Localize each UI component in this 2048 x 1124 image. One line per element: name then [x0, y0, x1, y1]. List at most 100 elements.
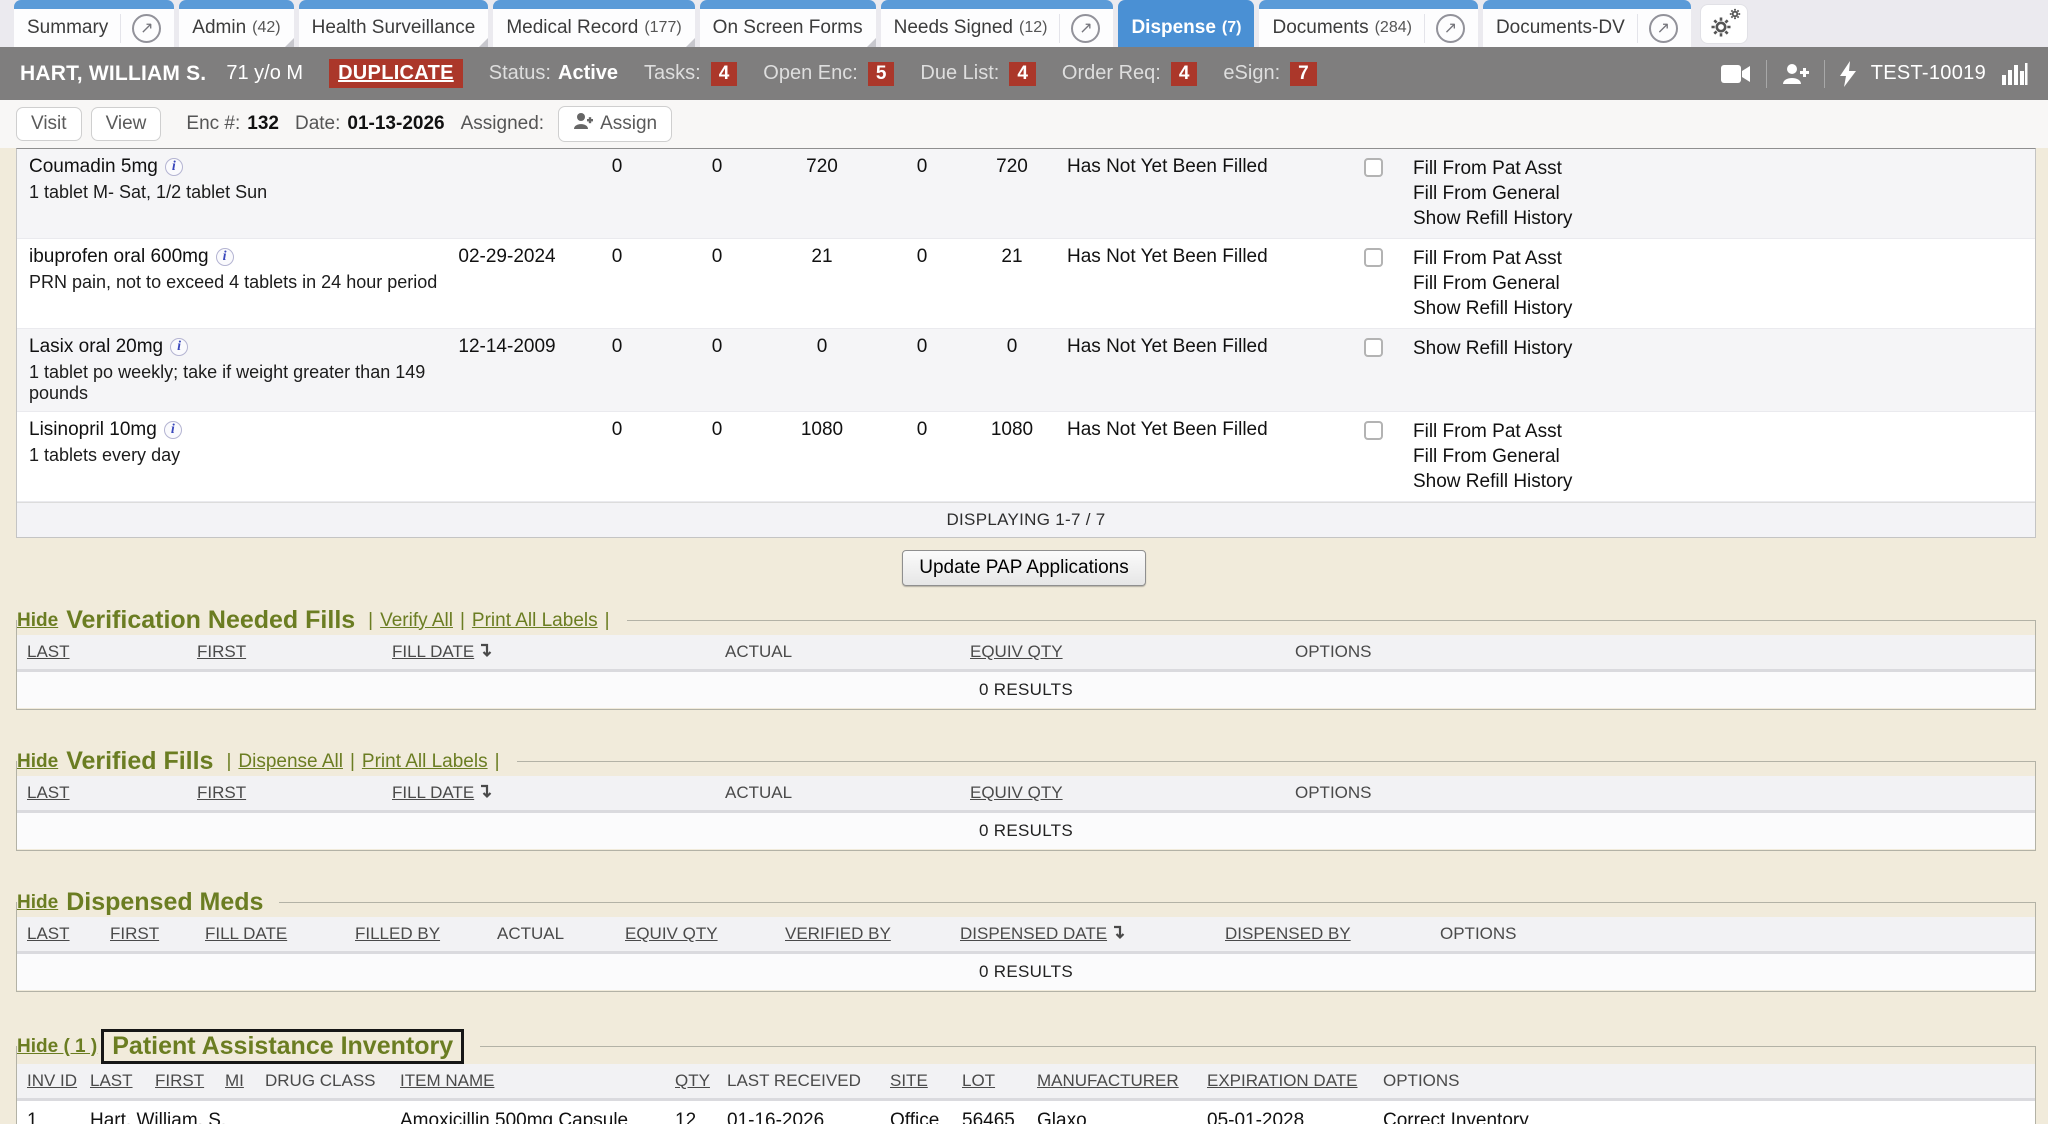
show-refill-history-link[interactable]: Show Refill History: [1413, 469, 2035, 494]
column-header-options: OPTIONS: [1430, 917, 2035, 953]
info-icon[interactable]: i: [216, 248, 234, 266]
tab-documents-dv[interactable]: Documents-DV ↗: [1483, 0, 1691, 47]
column-header-qty[interactable]: QTY: [665, 1064, 717, 1100]
fill-from-pat-asst-link[interactable]: Fill From Pat Asst: [1413, 419, 2035, 444]
divider: [1824, 60, 1825, 88]
table-row: Coumadin 5mgi 1 tablet M- Sat, 1/2 table…: [17, 149, 2035, 239]
column-header-first[interactable]: FIRST: [187, 776, 382, 812]
hide-section-link[interactable]: Hide ( 1 ): [17, 1036, 97, 1058]
show-refill-history-link[interactable]: Show Refill History: [1413, 336, 2035, 361]
column-header-equiv-qty[interactable]: EQUIV QTY: [615, 917, 775, 953]
refill-checkbox[interactable]: [1364, 421, 1383, 440]
column-header-lot[interactable]: LOT: [952, 1064, 1027, 1100]
refill-checkbox[interactable]: [1364, 248, 1383, 267]
column-header-first[interactable]: FIRST: [187, 635, 382, 671]
bar-chart-icon[interactable]: [2001, 62, 2028, 86]
column-header-item-name[interactable]: ITEM NAME: [390, 1064, 665, 1100]
fill-from-general-link[interactable]: Fill From General: [1413, 444, 2035, 469]
column-header-equiv-qty[interactable]: EQUIV QTY: [960, 635, 1285, 671]
column-header-equiv-qty[interactable]: EQUIV QTY: [960, 776, 1285, 812]
column-header-first[interactable]: FIRST: [100, 917, 195, 953]
qty-cell: 0: [667, 239, 767, 329]
order-req-count-badge[interactable]: 4: [1171, 62, 1198, 86]
hide-section-link[interactable]: Hide: [17, 892, 58, 914]
column-header-mi[interactable]: MI: [215, 1064, 255, 1100]
info-icon[interactable]: i: [165, 158, 183, 176]
tab-on-screen-forms[interactable]: On Screen Forms: [700, 0, 876, 47]
tab-needs-signed[interactable]: Needs Signed (12) ↗: [881, 0, 1114, 47]
column-header-expiration-date[interactable]: EXPIRATION DATE: [1197, 1064, 1373, 1100]
patient-banner: HART, WILLIAM S. 71 y/o M DUPLICATE Stat…: [0, 47, 2048, 100]
hide-section-link[interactable]: Hide: [17, 751, 58, 773]
dispensed-meds-section: Hide Dispensed Meds LAST FIRST FILL DATE…: [16, 888, 2036, 992]
column-header-inv-id[interactable]: INV ID: [17, 1064, 80, 1100]
patient-age-sex: 71 y/o M: [226, 62, 303, 85]
fill-from-pat-asst-link[interactable]: Fill From Pat Asst: [1413, 246, 2035, 271]
verify-all-link[interactable]: Verify All: [380, 610, 453, 632]
esign-label: eSign:: [1223, 62, 1280, 85]
visit-button[interactable]: Visit: [16, 107, 82, 141]
column-header-verified-by[interactable]: VERIFIED BY: [775, 917, 950, 953]
dropdown-corner-icon: [686, 38, 695, 47]
tab-summary[interactable]: Summary ↗: [14, 0, 174, 47]
info-icon[interactable]: i: [164, 421, 182, 439]
sort-descending-icon: [478, 642, 493, 659]
table-row: Lasix oral 20mgi 1 tablet po weekly; tak…: [17, 329, 2035, 412]
patient-assistance-inventory-table: INV ID LAST FIRST MI DRUG CLASS ITEM NAM…: [17, 1064, 2035, 1124]
tab-settings-button[interactable]: [1700, 4, 1748, 44]
esign-count-badge[interactable]: 7: [1290, 62, 1317, 86]
section-title: Verified Fills: [66, 747, 213, 776]
column-header-site[interactable]: SITE: [880, 1064, 952, 1100]
open-in-new-window-button[interactable]: ↗: [1637, 14, 1678, 43]
fill-from-general-link[interactable]: Fill From General: [1413, 181, 2035, 206]
column-header-last[interactable]: LAST: [17, 917, 100, 953]
column-header-last[interactable]: LAST: [80, 1064, 145, 1100]
tab-health-surveillance[interactable]: Health Surveillance: [299, 0, 489, 47]
add-user-icon[interactable]: [1782, 62, 1809, 86]
column-header-first[interactable]: FIRST: [145, 1064, 215, 1100]
view-button[interactable]: View: [91, 107, 162, 141]
open-in-new-window-button[interactable]: ↗: [120, 14, 161, 43]
show-refill-history-link[interactable]: Show Refill History: [1413, 206, 2035, 231]
hide-section-link[interactable]: Hide: [17, 610, 58, 632]
tab-medical-record[interactable]: Medical Record (177): [493, 0, 694, 47]
print-all-labels-link[interactable]: Print All Labels: [362, 751, 488, 773]
column-header-dispensed-date[interactable]: DISPENSED DATE: [950, 917, 1215, 953]
assign-button[interactable]: Assign: [558, 106, 672, 142]
tasks-count-badge[interactable]: 4: [711, 62, 738, 86]
column-header-last[interactable]: LAST: [17, 635, 187, 671]
fill-from-general-link[interactable]: Fill From General: [1413, 271, 2035, 296]
update-pap-applications-button[interactable]: Update PAP Applications: [902, 550, 1146, 586]
tab-admin[interactable]: Admin (42): [179, 0, 293, 47]
medication-sig: 1 tablet M- Sat, 1/2 tablet Sun: [29, 182, 447, 203]
separator: |: [368, 610, 373, 632]
refill-checkbox[interactable]: [1364, 338, 1383, 357]
video-call-icon[interactable]: [1721, 63, 1751, 85]
patient-assistance-inventory-section: Hide ( 1 ) Patient Assistance Inventory …: [16, 1029, 2036, 1124]
correct-inventory-link[interactable]: Correct Inventory: [1373, 1100, 2035, 1124]
column-header-fill-date[interactable]: FILL DATE: [382, 635, 691, 671]
tab-dispense[interactable]: Dispense (7): [1118, 0, 1254, 47]
open-in-new-window-button[interactable]: ↗: [1059, 14, 1100, 43]
column-header-fill-date[interactable]: FILL DATE: [195, 917, 345, 953]
results-count: 0 RESULTS: [17, 812, 2035, 850]
lightning-icon[interactable]: [1840, 61, 1856, 87]
last-received-cell: 01-16-2026: [717, 1100, 880, 1124]
column-header-filled-by[interactable]: FILLED BY: [345, 917, 487, 953]
due-list-count-badge[interactable]: 4: [1009, 62, 1036, 86]
meds-paging-status: DISPLAYING 1-7 / 7: [17, 502, 2035, 537]
dispense-all-link[interactable]: Dispense All: [238, 751, 343, 773]
column-header-dispensed-by[interactable]: DISPENSED BY: [1215, 917, 1430, 953]
open-enc-count-badge[interactable]: 5: [868, 62, 895, 86]
column-header-fill-date[interactable]: FILL DATE: [382, 776, 691, 812]
column-header-last[interactable]: LAST: [17, 776, 187, 812]
info-icon[interactable]: i: [170, 338, 188, 356]
column-header-manufacturer[interactable]: MANUFACTURER: [1027, 1064, 1197, 1100]
fill-from-pat-asst-link[interactable]: Fill From Pat Asst: [1413, 156, 2035, 181]
tab-documents[interactable]: Documents (284) ↗: [1259, 0, 1477, 47]
refill-checkbox[interactable]: [1364, 158, 1383, 177]
duplicate-badge[interactable]: DUPLICATE: [329, 59, 463, 88]
print-all-labels-link[interactable]: Print All Labels: [472, 610, 598, 632]
open-in-new-window-button[interactable]: ↗: [1424, 14, 1465, 43]
show-refill-history-link[interactable]: Show Refill History: [1413, 296, 2035, 321]
